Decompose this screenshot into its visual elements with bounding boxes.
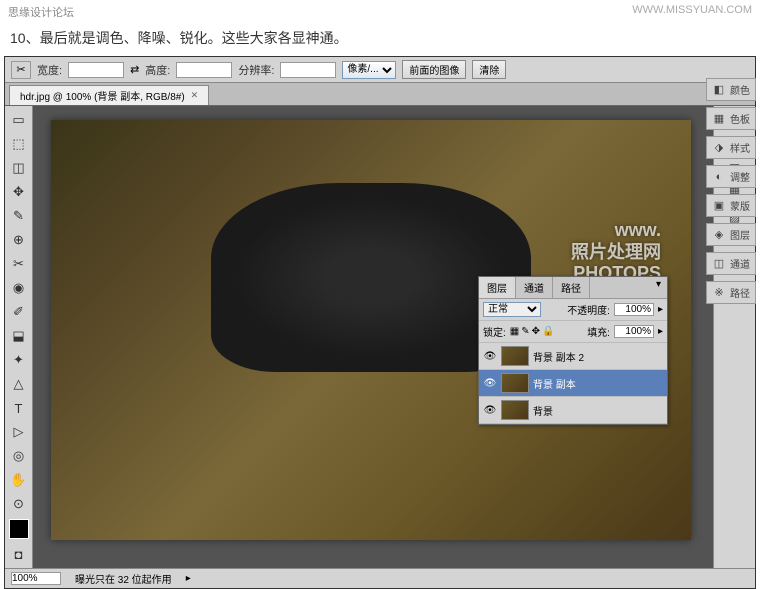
blend-mode-select[interactable]: 正常 [483,302,541,317]
resolution-input[interactable] [280,62,336,78]
tab-paths[interactable]: 路径 [553,277,590,298]
layer-thumbnail[interactable] [501,346,529,366]
panel-label: 蒙版 [730,198,750,213]
unit-select[interactable]: 像素/... [342,61,396,79]
visibility-icon[interactable]: 👁 [483,378,497,389]
panel-label: 图层 [730,227,750,242]
lock-pixels-icon[interactable]: ✎ [521,326,529,337]
layer-row[interactable]: 👁 背景 副本 2 [479,343,667,370]
panel-icon: ※ [712,286,726,300]
fill-input[interactable] [614,325,654,338]
tool-8[interactable]: ✐ [7,301,31,323]
opacity-label: 不透明度: [567,302,610,317]
document-tab[interactable]: hdr.jpg @ 100% (背景 副本, RGB/8#) ✕ [9,85,209,105]
tool-0[interactable]: ▭ [7,109,31,131]
layer-thumbnail[interactable] [501,373,529,393]
width-input[interactable] [68,62,124,78]
panel-icon: ▦ [712,112,726,126]
visibility-icon[interactable]: 👁 [483,405,497,416]
tool-16[interactable]: ⊙ [7,493,31,515]
panel-tab-调整[interactable]: ◐ 调整 [706,165,756,188]
tool-14[interactable]: ◎ [7,445,31,467]
height-input[interactable] [176,62,232,78]
tool-10[interactable]: ✦ [7,349,31,371]
tool-7[interactable]: ◉ [7,277,31,299]
opacity-input[interactable] [614,303,654,316]
tool-13[interactable]: ▷ [7,421,31,443]
panel-label: 颜色 [730,82,750,97]
panel-tab-图层[interactable]: ◈ 图层 [706,223,756,246]
tab-channels[interactable]: 通道 [516,277,553,298]
status-flyout-icon[interactable]: ▸ [186,573,191,584]
layer-name: 背景 副本 [533,376,576,391]
close-icon[interactable]: ✕ [191,90,199,101]
panel-icon: ◈ [712,228,726,242]
layer-row[interactable]: 👁 背景 [479,397,667,424]
options-bar: ✂ 宽度: ⇄ 高度: 分辨率: 像素/... 前面的图像 清除 [5,57,755,83]
tool-1[interactable]: ⬚ [7,133,31,155]
panel-label: 路径 [730,285,750,300]
panel-tab-路径[interactable]: ※ 路径 [706,281,756,304]
document-tab-bar: hdr.jpg @ 100% (背景 副本, RGB/8#) ✕ [5,83,755,106]
fill-label: 填充: [587,324,610,339]
panel-label: 样式 [730,140,750,155]
panel-tab-样式[interactable]: ⬗ 样式 [706,136,756,159]
status-info: 曝光只在 32 位起作用 [75,571,172,586]
opacity-flyout-icon[interactable]: ▸ [658,304,663,315]
layer-row[interactable]: 👁 背景 副本 [479,370,667,397]
front-image-button[interactable]: 前面的图像 [402,60,466,79]
tool-2[interactable]: ◫ [7,157,31,179]
panel-menu-icon[interactable]: ▾ [650,277,667,298]
lock-transparent-icon[interactable]: ▦ [510,326,519,337]
panel-tab-颜色[interactable]: ◧ 颜色 [706,78,756,101]
layer-thumbnail[interactable] [501,400,529,420]
panel-label: 通道 [730,256,750,271]
toolbox: ▭⬚◫✥✎⊕✂◉✐⬓✦△T▷◎✋⊙◘ [5,106,33,568]
panel-icon: ▣ [712,199,726,213]
tool-11[interactable]: △ [7,373,31,395]
crop-tool-icon[interactable]: ✂ [11,61,31,79]
layer-name: 背景 [533,403,553,418]
panel-icon: ◫ [712,257,726,271]
visibility-icon[interactable]: 👁 [483,351,497,362]
fill-flyout-icon[interactable]: ▸ [658,326,663,337]
site-url: WWW.MISSYUAN.COM [632,4,752,20]
tool-15[interactable]: ✋ [7,469,31,491]
lock-all-icon[interactable]: 🔒 [542,326,554,337]
panel-icon: ⬗ [712,141,726,155]
tool-3[interactable]: ✥ [7,181,31,203]
layer-name: 背景 副本 2 [533,349,584,364]
width-label: 宽度: [37,62,62,78]
status-bar: 曝光只在 32 位起作用 ▸ [5,568,755,588]
lock-position-icon[interactable]: ✥ [532,326,540,337]
resolution-label: 分辨率: [238,62,274,78]
layers-panel: 图层 通道 路径 ▾ 正常 不透明度: ▸ 锁定: ▦ ✎ ✥ [478,276,668,425]
forum-name: 思缘设计论坛 [8,4,74,20]
document-tab-label: hdr.jpg @ 100% (背景 副本, RGB/8#) [20,88,185,103]
panel-tab-色板[interactable]: ▦ 色板 [706,107,756,130]
swap-icon[interactable]: ⇄ [130,63,139,76]
tool-9[interactable]: ⬓ [7,325,31,347]
panel-icon: ◐ [712,170,726,184]
tutorial-step-text: 10、最后就是调色、降噪、锐化。这些大家各显神通。 [0,24,760,56]
height-label: 高度: [145,62,170,78]
tool-12[interactable]: T [7,397,31,419]
photoshop-window: ✂ 宽度: ⇄ 高度: 分辨率: 像素/... 前面的图像 清除 hdr.jpg… [4,56,756,589]
zoom-input[interactable] [11,572,61,585]
panel-label: 调整 [730,169,750,184]
tool-5[interactable]: ⊕ [7,229,31,251]
tab-layers[interactable]: 图层 [479,277,516,298]
tool-6[interactable]: ✂ [7,253,31,275]
panel-label: 色板 [730,111,750,126]
color-swatch[interactable] [9,519,29,539]
lock-label: 锁定: [483,324,506,339]
clear-button[interactable]: 清除 [472,60,506,79]
panel-tab-蒙版[interactable]: ▣ 蒙版 [706,194,756,217]
panel-tab-通道[interactable]: ◫ 通道 [706,252,756,275]
panel-icon: ◧ [712,83,726,97]
canvas-area[interactable]: www. 照片处理网 PHOTOPS .com 图层 通道 路径 ▾ 正常 不透… [33,106,713,568]
tool-4[interactable]: ✎ [7,205,31,227]
